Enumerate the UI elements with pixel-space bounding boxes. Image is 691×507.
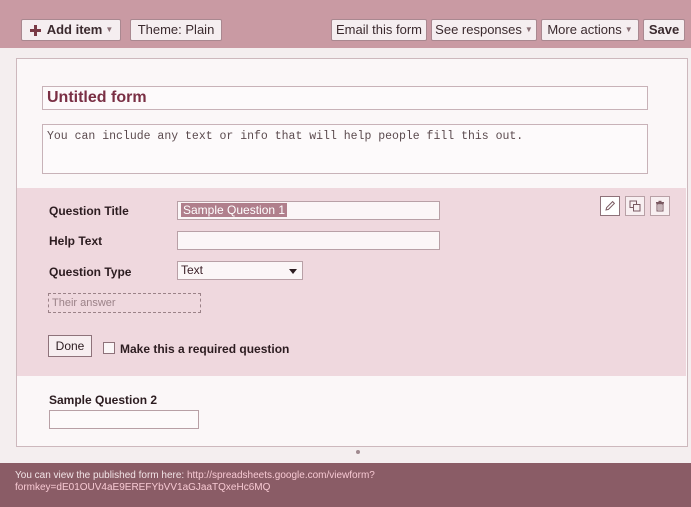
- resize-handle[interactable]: [356, 450, 360, 454]
- form-title-input[interactable]: Untitled form: [42, 86, 648, 110]
- question-title-input[interactable]: Sample Question 1: [177, 201, 440, 220]
- help-text-label: Help Text: [49, 234, 103, 248]
- question-2-title[interactable]: Sample Question 2: [49, 393, 157, 407]
- duplicate-icon: [629, 200, 641, 212]
- required-checkbox[interactable]: [103, 342, 115, 354]
- chevron-down-icon: ▼: [105, 25, 114, 34]
- answer-preview-field: Their answer: [48, 293, 201, 313]
- add-item-button[interactable]: Add item ▼: [21, 19, 121, 41]
- email-form-button[interactable]: Email this form: [331, 19, 427, 41]
- add-item-label: Add item: [46, 22, 103, 37]
- question-title-label: Question Title: [49, 204, 129, 218]
- question-type-label: Question Type: [49, 265, 132, 279]
- see-responses-label: See responses: [435, 22, 522, 37]
- save-button[interactable]: Save: [643, 19, 685, 41]
- theme-label: Theme: Plain: [137, 22, 215, 37]
- email-form-label: Email this form: [336, 22, 422, 37]
- more-actions-button[interactable]: More actions ▼: [541, 19, 639, 41]
- question-type-select[interactable]: Text: [177, 261, 303, 280]
- form-description-input[interactable]: You can include any text or info that wi…: [42, 124, 648, 174]
- question-2-answer-field: [49, 410, 199, 429]
- chevron-down-icon: ▼: [624, 25, 633, 34]
- chevron-down-icon: ▼: [524, 25, 533, 34]
- done-button[interactable]: Done: [48, 335, 92, 357]
- delete-question-button[interactable]: [650, 196, 670, 216]
- dropdown-arrow-icon: [289, 269, 297, 274]
- see-responses-button[interactable]: See responses ▼: [431, 19, 537, 41]
- published-form-notice: You can view the published form here: ht…: [15, 470, 485, 494]
- published-form-text: You can view the published form here:: [15, 470, 187, 481]
- trash-icon: [656, 200, 664, 212]
- question-title-value: Sample Question 1: [181, 203, 288, 217]
- more-actions-label: More actions: [547, 22, 622, 37]
- pencil-icon: [605, 200, 616, 211]
- help-text-input[interactable]: [177, 231, 440, 250]
- edit-question-button[interactable]: [600, 196, 620, 216]
- question-type-value: Text: [181, 263, 204, 277]
- plus-icon: [29, 24, 42, 37]
- save-label: Save: [648, 22, 680, 37]
- theme-button[interactable]: Theme: Plain: [130, 19, 222, 41]
- duplicate-question-button[interactable]: [625, 196, 645, 216]
- required-checkbox-label[interactable]: Make this a required question: [120, 342, 289, 356]
